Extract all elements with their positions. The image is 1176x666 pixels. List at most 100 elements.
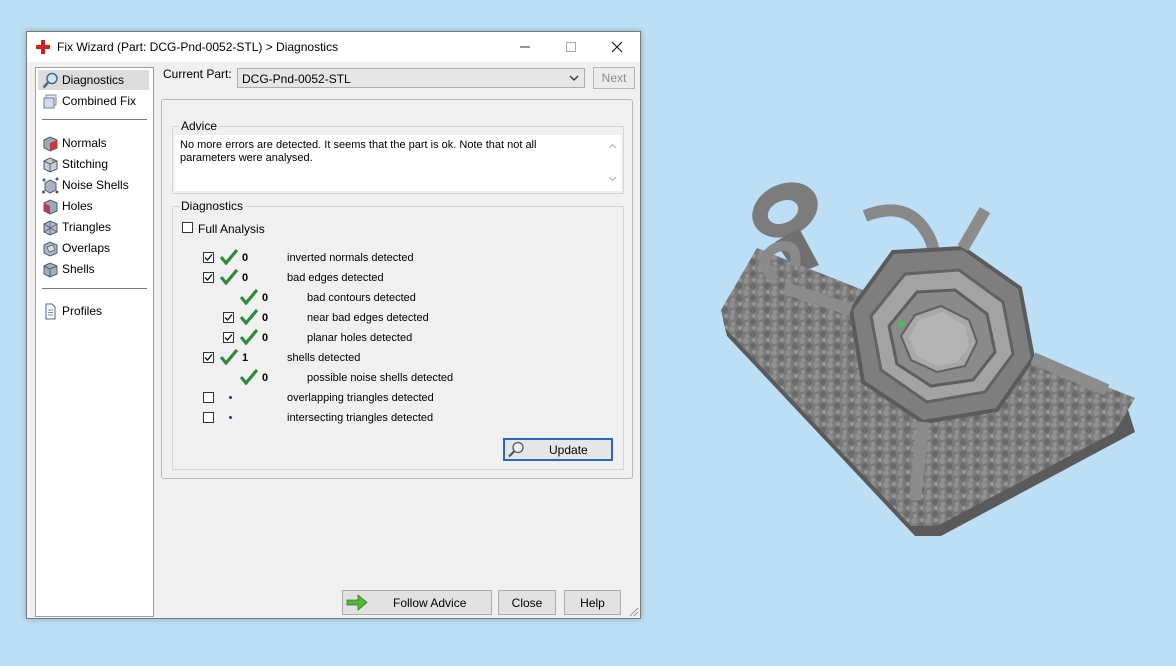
nav-item-label: Overlaps [62,241,111,255]
ok-tick-icon [240,309,258,325]
full-analysis-label: Full Analysis [198,222,265,236]
ok-tick-icon [220,249,238,265]
nav-item-noise-shells[interactable]: Noise Shells [38,175,149,195]
nav-item-holes[interactable]: Holes [38,196,149,216]
advice-group-title: Advice [179,119,220,133]
nav-item-label: Normals [62,136,107,150]
holes-cube-icon [43,199,58,215]
checkmark-icon [204,274,213,281]
follow-advice-label: Follow Advice [393,596,467,610]
diagnostics-panel: Advice No more errors are detected. It s… [161,99,633,479]
intersecting-triangles-checkbox[interactable] [203,412,214,423]
nav-item-label: Noise Shells [62,178,129,192]
red-cross-icon [36,40,50,54]
green-arrow-icon [346,594,368,611]
next-button[interactable]: Next [593,67,635,89]
nav-item-label: Shells [62,262,95,276]
resize-grip-icon[interactable] [628,606,639,617]
nav-item-label: Diagnostics [62,73,125,87]
advice-group: Advice No more errors are detected. It s… [172,119,624,194]
noise-shells-count: 0 [262,372,269,384]
inverted-normals-label: inverted normals detected [287,252,414,264]
triangles-cube-icon [43,220,58,236]
diagnostics-group: Diagnostics Full Analysis 0 inverted nor… [172,199,624,470]
bad-edges-checkbox[interactable] [203,272,214,283]
nav-item-triangles[interactable]: Triangles [38,217,149,237]
close-icon [611,41,623,53]
nav-separator [42,119,147,120]
near-bad-edges-count: 0 [262,312,269,324]
diagnostics-group-title: Diagnostics [179,199,246,213]
current-part-label: Current Part: [163,67,232,81]
update-button[interactable]: Update [503,438,613,461]
advice-text-box[interactable]: No more errors are detected. It seems th… [175,135,621,191]
normals-cube-icon [43,136,58,152]
nav-separator [42,288,147,289]
bad-contours-count: 0 [262,292,269,304]
close-button[interactable]: Close [498,590,556,615]
close-window-button[interactable] [594,32,640,62]
minimize-button[interactable] [502,32,548,62]
current-part-value: DCG-Pnd-0052-STL [242,72,351,86]
planar-holes-count: 0 [262,332,269,344]
minimize-icon [520,46,530,48]
not-analysed-dot-icon [229,416,232,419]
document-icon [45,303,56,320]
nav-item-label: Combined Fix [62,94,137,108]
checkmark-icon [204,354,213,361]
near-bad-edges-label: near bad edges detected [307,312,429,324]
nav-item-profiles[interactable]: Profiles [38,301,149,321]
nav-item-normals[interactable]: Normals [38,133,149,153]
shells-checkbox[interactable] [203,352,214,363]
pendant-3d-model[interactable] [715,170,1145,540]
nav-item-overlaps[interactable]: Overlaps [38,238,149,258]
help-button-label: Help [580,596,605,610]
nav-item-label: Profiles [62,304,103,318]
title-bar[interactable]: Fix Wizard (Part: DCG-Pnd-0052-STL) > Di… [27,32,640,62]
inverted-normals-count: 0 [242,252,249,264]
near-bad-edges-checkbox[interactable] [223,312,234,323]
nav-item-label: Stitching [62,157,109,171]
nav-item-label: Triangles [62,220,111,234]
ok-tick-icon [220,349,238,365]
noise-shells-icon [42,177,59,194]
planar-holes-label: planar holes detected [307,332,413,344]
magnifier-icon [508,441,524,458]
wizard-navigation: Diagnostics Combined Fix Normals Stitchi… [35,67,154,617]
nav-item-stitching[interactable]: Stitching [38,154,149,174]
checkmark-icon [204,254,213,261]
shells-count: 1 [242,352,249,364]
full-analysis-checkbox[interactable] [182,222,193,233]
maximize-button[interactable] [548,32,594,62]
overlaps-cube-icon [43,241,58,257]
checkmark-icon [224,334,233,341]
follow-advice-button[interactable]: Follow Advice [342,590,492,615]
shells-label: shells detected [287,352,361,364]
advice-text: No more errors are detected. It seems th… [180,139,537,164]
help-button[interactable]: Help [564,590,621,615]
scroll-up-icon[interactable] [608,143,617,149]
intersecting-triangles-label: intersecting triangles detected [287,412,434,424]
current-part-select[interactable]: DCG-Pnd-0052-STL [237,68,585,88]
window-title: Fix Wizard (Part: DCG-Pnd-0052-STL) > Di… [57,40,339,54]
planar-holes-checkbox[interactable] [223,332,234,343]
ok-tick-icon [240,369,258,385]
ok-tick-icon [240,289,258,305]
nav-item-label: Holes [62,199,93,213]
nav-item-combined-fix[interactable]: Combined Fix [38,91,149,111]
overlapping-triangles-label: overlapping triangles detected [287,392,434,404]
close-button-label: Close [511,596,543,610]
magnifier-icon [42,72,58,89]
noise-shells-label: possible noise shells detected [307,372,454,384]
nav-item-shells[interactable]: Shells [38,259,149,279]
overlapping-triangles-checkbox[interactable] [203,392,214,403]
maximize-icon [566,42,576,52]
inverted-normals-checkbox[interactable] [203,252,214,263]
scroll-down-icon[interactable] [608,176,617,182]
combined-fix-icon [43,94,57,109]
nav-item-diagnostics[interactable]: Diagnostics [38,70,149,90]
checkmark-icon [224,314,233,321]
shells-cube-icon [43,262,58,278]
update-button-label: Update [549,443,588,457]
bad-edges-count: 0 [242,272,249,284]
